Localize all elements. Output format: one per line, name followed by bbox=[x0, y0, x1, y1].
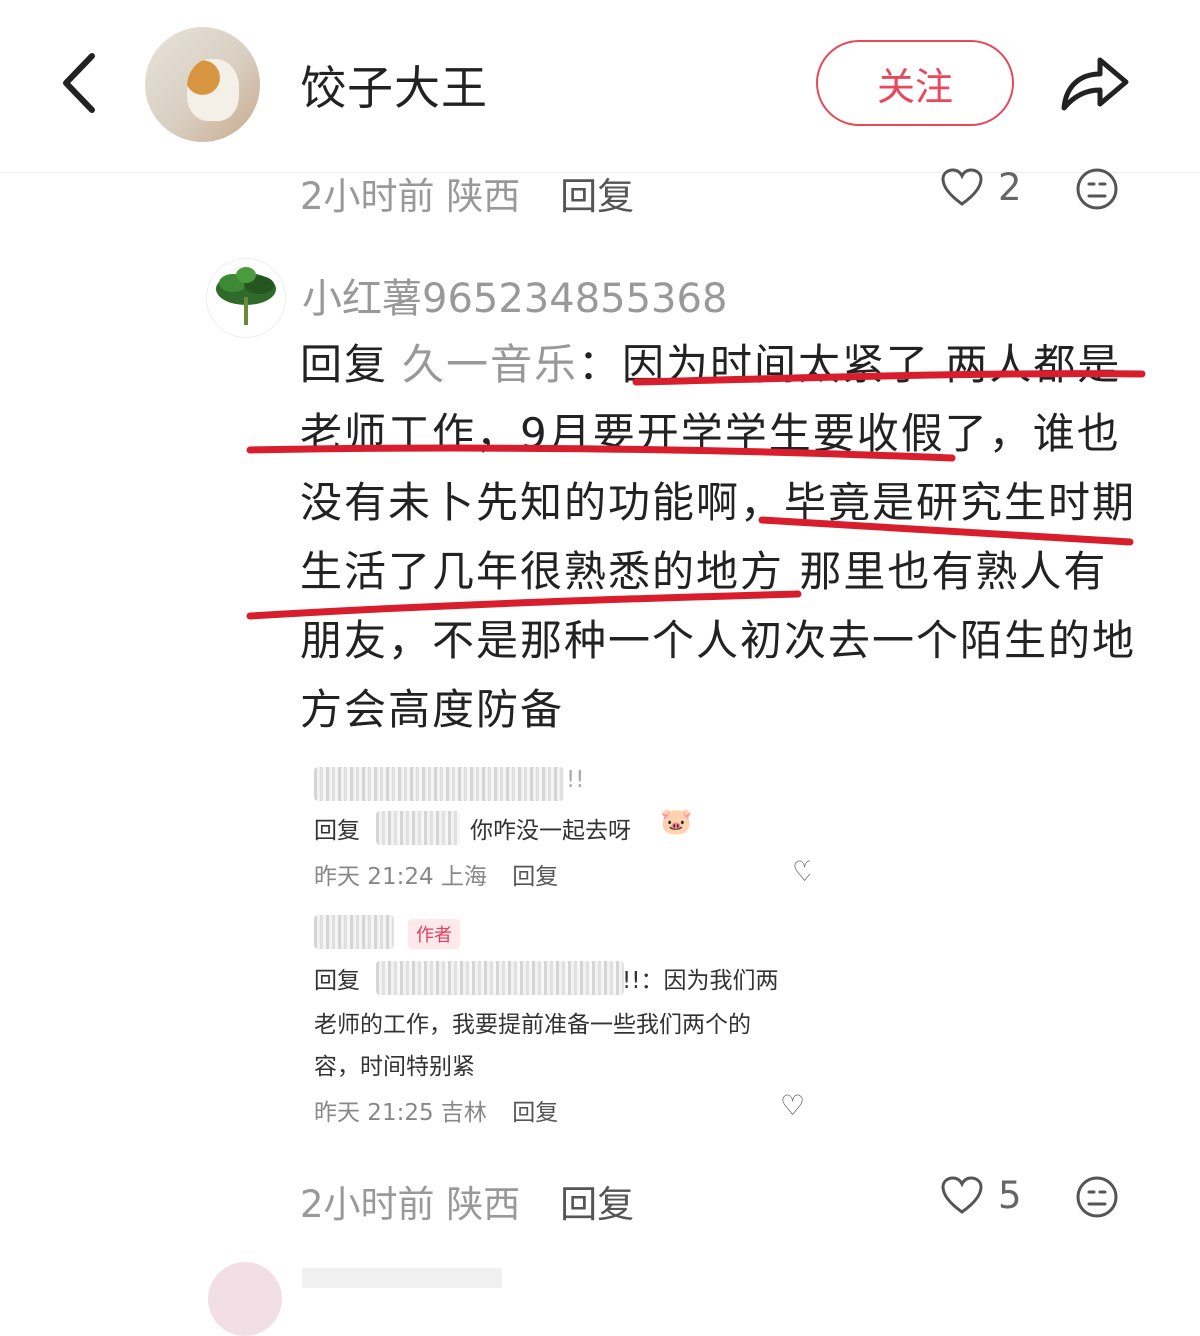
embed-c2-reply: 回复 bbox=[512, 1100, 559, 1126]
embed-c2-reply-prefix: 回复 bbox=[314, 968, 360, 994]
embedded-screenshot: !! 回复 你咋没一起去呀 🐷 昨天 21:24 上海 回复 ♡ 作者 回复 !… bbox=[300, 755, 810, 1145]
embed-c2-line1-tail: !!：因为我们两 bbox=[622, 968, 779, 994]
embed-c2-meta: 昨天 21:25 吉林 回复 bbox=[314, 1093, 558, 1127]
embed-c2-line3: 容，时间特别紧 bbox=[314, 1054, 475, 1080]
meta-location: 陕西 bbox=[446, 1183, 521, 1226]
reply-prefix: 回复 bbox=[300, 340, 389, 389]
share-icon[interactable] bbox=[1056, 50, 1132, 116]
reply-target[interactable]: 久一音乐 bbox=[402, 340, 578, 389]
author-name[interactable]: 饺子大王 bbox=[300, 52, 488, 118]
like-count: 5 bbox=[998, 1174, 1022, 1217]
next-commenter-avatar[interactable] bbox=[208, 1262, 282, 1336]
redacted-mention-2 bbox=[376, 961, 624, 995]
redacted-author-name bbox=[314, 915, 394, 949]
author-avatar[interactable] bbox=[145, 27, 260, 142]
pig-emoji-icon: 🐷 bbox=[660, 807, 693, 837]
back-arrow-icon[interactable] bbox=[52, 48, 112, 118]
like-group[interactable]: 5 bbox=[940, 1174, 1022, 1217]
top-bar: 饺子大王 关注 bbox=[0, 0, 1200, 173]
meta-time: 2小时前 bbox=[300, 175, 435, 218]
comment-meta: 2小时前 陕西 回复 bbox=[300, 1174, 634, 1228]
embed-c1-suffix: !! bbox=[566, 767, 585, 793]
prev-like-group[interactable]: 2 bbox=[940, 166, 1022, 209]
author-badge: 作者 bbox=[408, 919, 460, 949]
cat-photo bbox=[187, 59, 239, 121]
meta-time: 2小时前 bbox=[300, 1183, 435, 1226]
redacted-username bbox=[314, 767, 564, 801]
reply-link[interactable]: 回复 bbox=[560, 1183, 634, 1226]
embed-c1-time: 昨天 21:24 bbox=[314, 864, 434, 890]
embed-c2-line2: 老师的工作，我要提前准备一些我们两个的 bbox=[314, 1012, 751, 1038]
comment-text: ：因为时间太紧了 两人都是老师工作，9月要开学学生要收假了，谁也没有未卜先知的功… bbox=[300, 340, 1137, 734]
embed-c1-reply-prefix: 回复 bbox=[314, 818, 360, 844]
reply-link[interactable]: 回复 bbox=[560, 175, 634, 218]
heart-icon[interactable] bbox=[940, 167, 984, 208]
plant-avatar-image bbox=[216, 267, 276, 325]
redacted-mention bbox=[376, 811, 460, 845]
commenter-avatar[interactable] bbox=[206, 258, 286, 338]
embed-c1-location: 上海 bbox=[440, 864, 487, 890]
comment-body: 回复 久一音乐：因为时间太紧了 两人都是老师工作，9月要开学学生要收假了，谁也没有… bbox=[300, 330, 1150, 744]
follow-button[interactable]: 关注 bbox=[816, 40, 1014, 126]
embed-heart-icon-partial: ♡ bbox=[792, 855, 810, 888]
emoji-face-icon[interactable] bbox=[1075, 1175, 1119, 1219]
heart-icon[interactable] bbox=[940, 1175, 984, 1216]
meta-location: 陕西 bbox=[446, 175, 521, 218]
embed-c2-time: 昨天 21:25 bbox=[314, 1100, 434, 1126]
embed-c1-reply: 回复 bbox=[512, 864, 559, 890]
emoji-face-icon[interactable] bbox=[1075, 167, 1119, 211]
embed-c1-meta: 昨天 21:24 上海 回复 bbox=[314, 857, 558, 891]
prev-comment-meta: 2小时前 陕西 回复 bbox=[300, 166, 634, 220]
next-commenter-name-cutoff bbox=[302, 1268, 502, 1288]
embed-heart-icon-partial-2: ♡ bbox=[780, 1089, 806, 1122]
embed-c2-location: 吉林 bbox=[440, 1100, 487, 1126]
embed-c1-text: 你咋没一起去呀 bbox=[470, 818, 631, 844]
like-count: 2 bbox=[998, 166, 1022, 209]
commenter-username[interactable]: 小红薯965234855368 bbox=[302, 266, 727, 324]
